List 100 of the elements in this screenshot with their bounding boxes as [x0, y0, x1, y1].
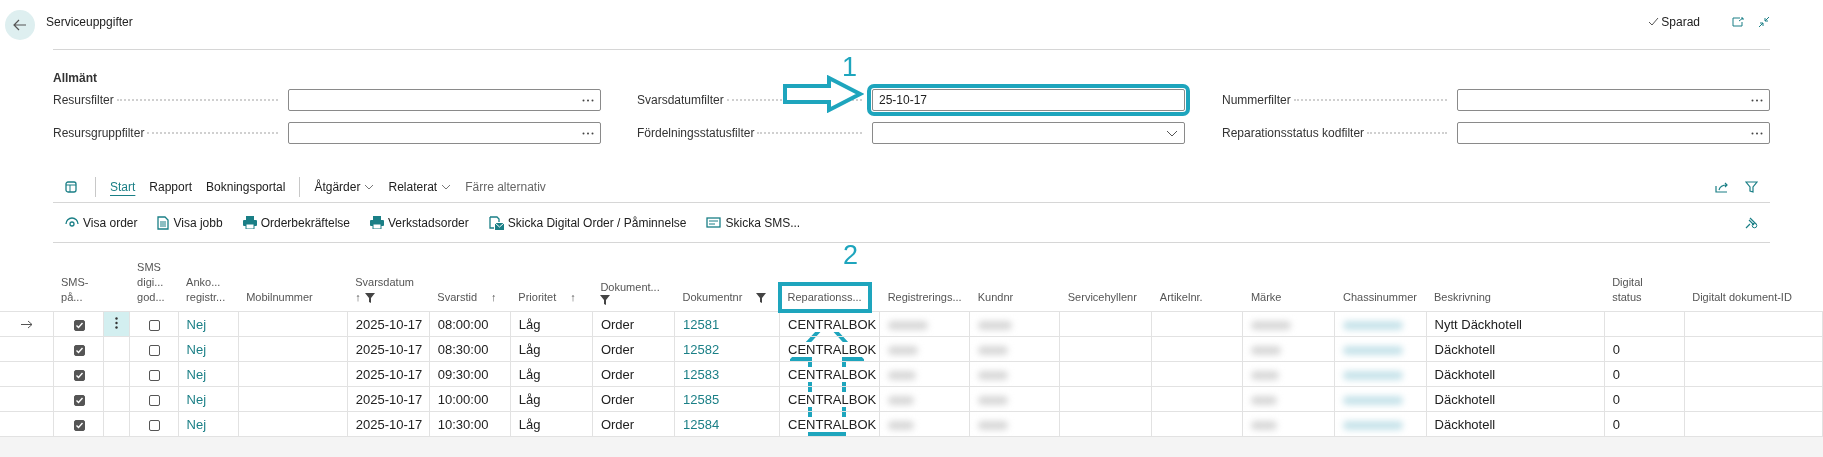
menu-button[interactable]: Relaterat	[388, 176, 452, 197]
checkbox[interactable]	[149, 369, 161, 381]
blurred-value	[1251, 420, 1278, 430]
table-cell: Låg	[518, 316, 541, 332]
blurred-value	[978, 345, 1009, 355]
annotation-number: 2	[843, 242, 859, 269]
eye-icon	[65, 216, 79, 229]
sort-arrow: ↑	[570, 290, 576, 305]
filter-field[interactable]	[288, 122, 601, 144]
filter-field[interactable]	[1457, 122, 1770, 144]
action-button[interactable]: Skicka Digital Order / Påminnelse	[488, 215, 687, 230]
column-header[interactable]: Digital status	[1602, 267, 1653, 313]
more-icon[interactable]	[1751, 98, 1763, 102]
column-header[interactable]: SMS digi... god...	[127, 252, 175, 313]
more-icon[interactable]	[582, 131, 594, 135]
row-menu-cell[interactable]	[103, 361, 130, 387]
checkbox[interactable]	[149, 394, 161, 406]
open-in-new-window-icon[interactable]	[1732, 16, 1744, 27]
action-tab[interactable]: Bokningsportal	[206, 176, 286, 197]
unpin-icon[interactable]	[1745, 216, 1758, 229]
column-header[interactable]: Dokumentnr	[672, 282, 753, 313]
row-menu-cell[interactable]	[103, 311, 130, 337]
column-header[interactable]: Servicehyllenr	[1057, 282, 1147, 313]
table-cell: CENTRALBOK	[788, 341, 877, 357]
printer-icon	[370, 216, 384, 229]
more-icon[interactable]	[1751, 131, 1763, 135]
more-icon[interactable]	[582, 98, 594, 102]
field-label: Resursfilter	[53, 93, 114, 107]
column-header[interactable]: Dokument...	[590, 272, 670, 303]
action-button[interactable]: Verkstadsorder	[370, 215, 469, 230]
action-button[interactable]: Orderbekräftelse	[242, 215, 350, 230]
table-cell: CENTRALBOK	[788, 316, 877, 332]
checkbox[interactable]	[149, 419, 161, 431]
chevron-down-icon	[364, 183, 375, 190]
menu-button[interactable]: Åtgärder	[314, 176, 375, 197]
blurred-value	[1251, 395, 1278, 405]
filter-field[interactable]	[872, 122, 1185, 144]
table-cell: Låg	[518, 341, 541, 357]
panel-icon[interactable]	[65, 180, 77, 193]
printer-icon	[242, 216, 257, 229]
field-label: Nummerfilter	[1222, 93, 1291, 107]
document-icon	[157, 215, 170, 230]
document-mail-icon	[488, 215, 504, 230]
column-header[interactable]: Chassinummer	[1332, 282, 1427, 313]
blurred-value	[1343, 420, 1404, 430]
filter-field[interactable]	[288, 89, 601, 111]
row-menu-cell[interactable]	[103, 386, 130, 412]
column-header[interactable]: Artikelnr.	[1149, 282, 1213, 313]
blurred-value	[888, 370, 917, 380]
action-button[interactable]: Skicka SMS...	[706, 215, 801, 230]
message-icon	[706, 217, 722, 228]
checkbox[interactable]	[73, 419, 85, 431]
blurred-value	[1251, 345, 1282, 355]
blurred-value	[1251, 370, 1280, 380]
column-header[interactable]: SMS- på...	[51, 267, 99, 313]
row-menu-cell[interactable]	[103, 336, 130, 362]
field-label: Svarsdatumfilter	[637, 93, 724, 107]
sort-arrow: ↑	[355, 290, 361, 305]
blurred-value	[978, 370, 1009, 380]
toggle-link[interactable]: Färre alternativ	[465, 176, 546, 197]
column-header[interactable]: Svarstid	[427, 282, 488, 313]
checkbox[interactable]	[73, 394, 85, 406]
column-header[interactable]: Anko... registr...	[176, 267, 236, 313]
action-button[interactable]: Visa jobb	[157, 215, 223, 230]
chevron-down-icon[interactable]	[1166, 129, 1178, 137]
column-header[interactable]: Reparationss...	[777, 282, 872, 313]
share-icon[interactable]	[1715, 180, 1729, 193]
blurred-value	[888, 395, 915, 405]
checkbox[interactable]	[149, 344, 161, 356]
checkbox[interactable]	[73, 344, 85, 356]
blurred-value	[1343, 395, 1404, 405]
blurred-value	[978, 320, 1013, 330]
checkbox[interactable]	[73, 369, 85, 381]
blurred-value	[1343, 345, 1404, 355]
action-button[interactable]: Visa order	[65, 215, 138, 230]
more-icon	[114, 316, 118, 329]
action-tab[interactable]: Rapport	[149, 176, 193, 197]
checkbox[interactable]	[73, 319, 85, 331]
row-menu-cell[interactable]	[103, 411, 130, 437]
blurred-value	[888, 420, 915, 430]
table-cell: Låg	[518, 391, 541, 407]
filter-icon[interactable]	[1745, 180, 1758, 193]
table-cell: CENTRALBOK	[788, 416, 877, 432]
blurred-value	[888, 345, 919, 355]
back-button[interactable]	[5, 9, 35, 40]
group-title: Allmänt	[53, 71, 97, 85]
checkbox[interactable]	[149, 319, 161, 331]
column-header[interactable]: Digitalt dokument-ID	[1682, 282, 1802, 313]
action-tab[interactable]: Start	[110, 176, 136, 197]
column-header[interactable]: Beskrivning	[1424, 282, 1501, 313]
collapse-icon[interactable]	[1758, 15, 1770, 28]
column-header[interactable]: Märke	[1240, 282, 1292, 313]
table-cell: Låg	[518, 366, 541, 382]
page-title: Serviceuppgifter	[46, 14, 134, 29]
blurred-value	[888, 320, 929, 330]
column-header[interactable]: Mobilnummer	[236, 282, 323, 313]
field-label: Resursgruppfilter	[53, 126, 145, 140]
column-header[interactable]: Prioritet	[508, 282, 567, 313]
filter-field[interactable]	[1457, 89, 1770, 111]
table-cell: Låg	[518, 416, 541, 432]
